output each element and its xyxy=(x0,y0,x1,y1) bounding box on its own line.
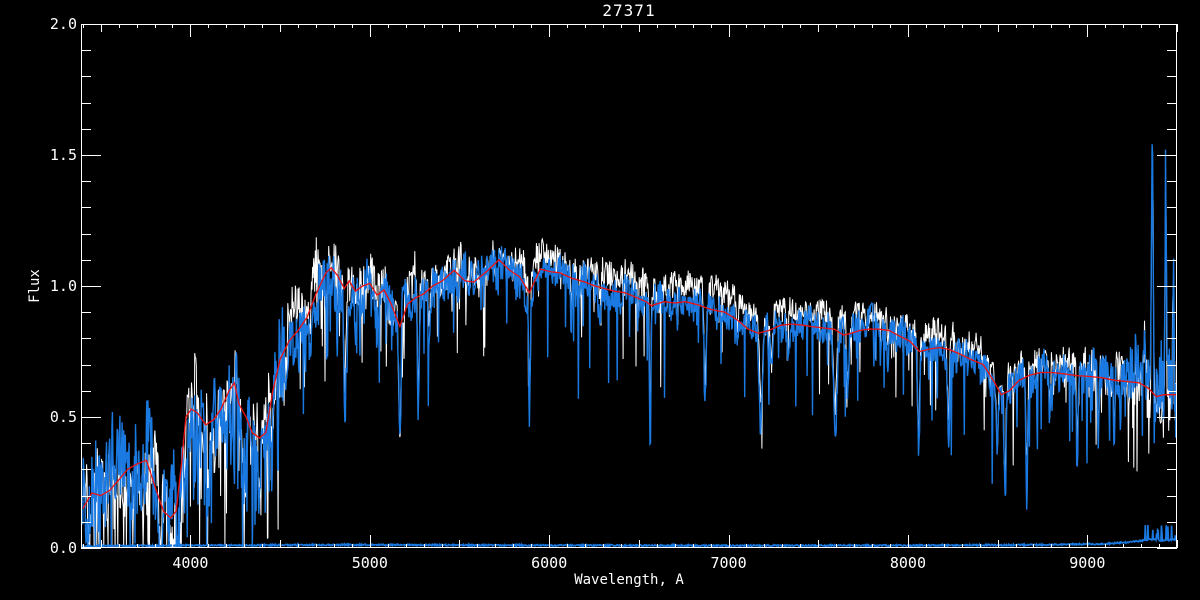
x-axis-label: Wavelength, A xyxy=(574,572,684,588)
y-tick-label: 0.0 xyxy=(50,539,77,557)
y-tick-label: 1.5 xyxy=(50,146,77,164)
x-tick-label: 4000 xyxy=(172,554,208,572)
x-tick-label: 5000 xyxy=(352,554,388,572)
spectrum-plot: 4000500060007000800090000.00.51.01.52.0 … xyxy=(0,0,1200,600)
spectrum-figure: 4000500060007000800090000.00.51.01.52.0 … xyxy=(0,0,1200,600)
x-tick-label: 8000 xyxy=(890,554,926,572)
x-tick-label: 6000 xyxy=(531,554,567,572)
x-tick-label: 7000 xyxy=(710,554,746,572)
y-tick-label: 0.5 xyxy=(50,408,77,426)
x-tick-label: 9000 xyxy=(1069,554,1105,572)
chart-title: 27371 xyxy=(602,1,655,20)
y-tick-label: 2.0 xyxy=(50,15,77,33)
y-tick-label: 1.0 xyxy=(50,277,77,295)
y-axis-label: Flux xyxy=(27,269,43,303)
